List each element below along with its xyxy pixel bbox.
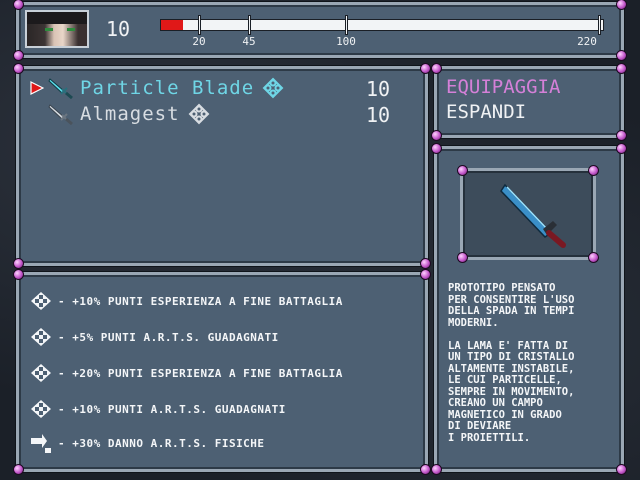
arts-gem-icon (188, 103, 209, 125)
arts-gem-icon (31, 364, 51, 382)
arts-gauge (160, 15, 604, 35)
effect-text: - +10% PUNTI ESPERIENZA A FINE BATTAGLIA (58, 294, 343, 308)
arts-gem-icon (31, 400, 51, 418)
gauge-tick-label: 20 (192, 35, 206, 48)
item-description: PROTOTIPO PENSATO PER CONSENTIRE L'USO D… (448, 282, 575, 444)
item-row-particle-blade[interactable]: Particle Blade (30, 77, 284, 99)
effect-text: - +20% PUNTI ESPERIENZA A FINE BATTAGLIA (58, 366, 343, 380)
item-name: Particle Blade (80, 77, 255, 99)
particle-blade-image (500, 183, 566, 248)
effect-row: - +5% PUNTI A.R.T.S. GUADAGNATI (30, 326, 279, 348)
equip-option[interactable]: EQUIPAGGIA (446, 76, 560, 98)
effect-row: - +30% DANNO A.R.T.S. FISICHE (30, 432, 265, 454)
effect-text: - +5% PUNTI A.R.T.S. GUADAGNATI (58, 330, 279, 344)
gauge-fill (161, 20, 184, 30)
arts-gem-icon (31, 328, 51, 346)
character-portrait (25, 10, 89, 48)
expand-option[interactable]: ESPANDI (446, 101, 526, 123)
effect-row: - +10% PUNTI A.R.T.S. GUADAGNATI (30, 398, 286, 420)
gauge-tick (345, 15, 348, 35)
arts-gem-icon (31, 292, 51, 310)
effect-row: - +10% PUNTI ESPERIENZA A FINE BATTAGLIA (30, 290, 343, 312)
item-qty: 10 (366, 77, 391, 101)
effect-text: - +30% DANNO A.R.T.S. FISICHE (58, 436, 265, 450)
sword-icon (48, 78, 73, 99)
character-level: 10 (106, 17, 131, 41)
arts-gem-icon (262, 77, 284, 99)
item-qty: 10 (366, 103, 391, 127)
item-name: Almagest (80, 103, 180, 125)
gauge-tick (248, 15, 251, 35)
sword-icon (48, 104, 73, 125)
gauge-tick-label: 220 (577, 35, 597, 48)
effect-row: - +20% PUNTI ESPERIENZA A FINE BATTAGLIA (30, 362, 343, 384)
gauge-tick (198, 15, 201, 35)
item-preview (457, 165, 599, 263)
effect-text: - +10% PUNTI A.R.T.S. GUADAGNATI (58, 402, 286, 416)
gauge-tick-label: 45 (242, 35, 256, 48)
cursor-icon (30, 81, 44, 95)
item-row-almagest[interactable]: Almagest (30, 103, 210, 125)
gauge-tick-label: 100 (336, 35, 356, 48)
arts-sword-icon (31, 434, 51, 453)
gauge-tick (598, 15, 601, 35)
